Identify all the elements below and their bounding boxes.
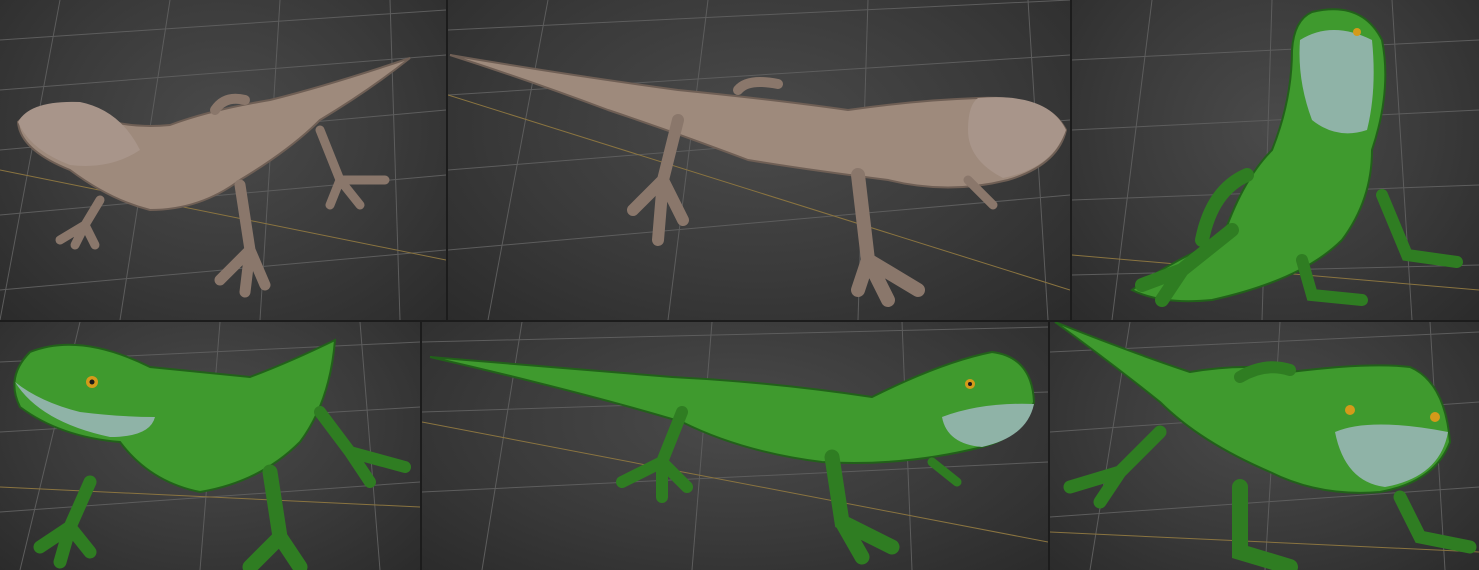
viewport-canvas — [448, 0, 1070, 320]
viewport-clay-three-quarter[interactable] — [0, 0, 446, 320]
viewport-canvas — [0, 0, 446, 320]
pupil — [89, 379, 95, 385]
viewport-textured-front[interactable] — [1050, 322, 1479, 570]
pupil — [968, 382, 972, 386]
render-collage — [0, 0, 1479, 570]
eye-left — [1345, 405, 1355, 415]
viewport-textured-front-closeup[interactable] — [0, 322, 420, 570]
viewport-clay-side[interactable] — [448, 0, 1070, 320]
clay-lizard-model — [16, 57, 411, 298]
textured-lizard-model — [429, 350, 1036, 565]
textured-lizard-model — [1130, 8, 1463, 307]
textured-lizard-model — [1054, 322, 1477, 570]
viewport-canvas — [422, 322, 1048, 570]
viewport-canvas — [0, 322, 420, 570]
viewport-textured-rearing[interactable] — [1072, 0, 1479, 320]
viewport-canvas — [1072, 0, 1479, 320]
clay-lizard-model — [449, 54, 1068, 307]
viewport-textured-side[interactable] — [422, 322, 1048, 570]
viewport-canvas — [1050, 322, 1479, 570]
eye — [1353, 28, 1361, 36]
eye-right — [1430, 412, 1440, 422]
textured-lizard-model — [13, 338, 411, 570]
